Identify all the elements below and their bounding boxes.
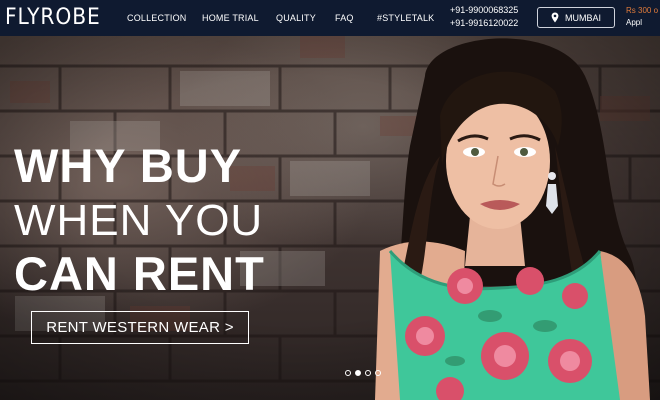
rent-western-wear-button[interactable]: RENT WESTERN WEAR > xyxy=(31,311,249,344)
brand-logo[interactable]: FLYROBE xyxy=(5,5,101,31)
nav-collection[interactable]: COLLECTION xyxy=(127,12,187,24)
carousel-indicators xyxy=(345,370,381,376)
hero-headline-line-2: WHEN YOU xyxy=(14,196,264,245)
city-selector-button[interactable]: MUMBAI xyxy=(537,7,615,28)
promo-line-1: Rs 300 o xyxy=(626,6,659,15)
hero-headline-line-3: CAN RENT xyxy=(14,247,265,300)
carousel-dot[interactable] xyxy=(375,370,381,376)
nav-faq[interactable]: FAQ xyxy=(335,12,354,24)
nav-styletalk[interactable]: #STYLETALK xyxy=(377,12,434,24)
phone-number-1[interactable]: +91-9900068325 xyxy=(450,5,518,16)
nav-quality[interactable]: QUALITY xyxy=(276,12,316,24)
nav-home-trial[interactable]: HOME TRIAL xyxy=(202,12,259,24)
carousel-dot[interactable] xyxy=(345,370,351,376)
carousel-dot[interactable] xyxy=(365,370,371,376)
promo-banner[interactable]: Rs 300 o Appl xyxy=(626,5,658,29)
location-pin-icon xyxy=(551,12,559,23)
city-label: MUMBAI xyxy=(565,12,601,23)
model-photo xyxy=(375,38,650,400)
promo-line-2: Appl xyxy=(626,18,643,27)
hero-banner: WHY BUY WHEN YOU CAN RENT RENT WESTERN W… xyxy=(0,36,660,400)
top-navbar: FLYROBE COLLECTION HOME TRIAL QUALITY FA… xyxy=(0,0,660,36)
phone-number-2[interactable]: +91-9916120022 xyxy=(450,18,518,29)
hero-headline-line-1: WHY BUY xyxy=(14,139,243,192)
carousel-dot-active[interactable] xyxy=(355,370,361,376)
